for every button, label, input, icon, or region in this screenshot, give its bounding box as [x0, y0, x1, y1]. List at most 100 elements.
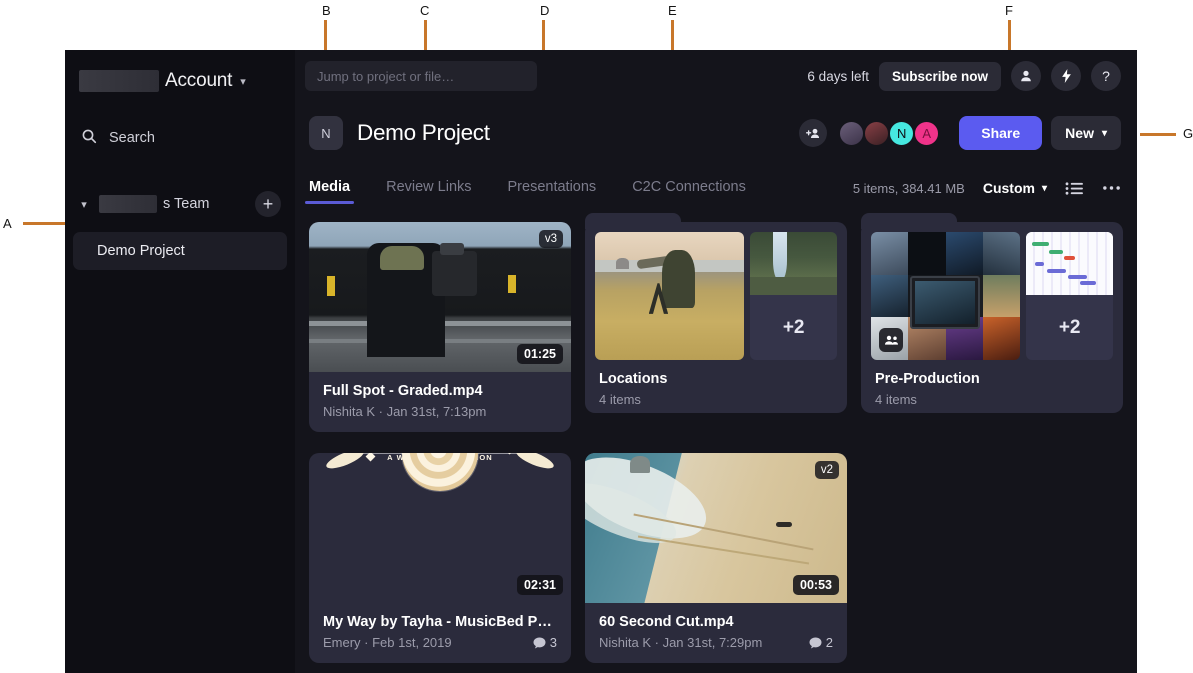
folder-card[interactable]: +2 Pre-Production 4 items [861, 222, 1123, 413]
sort-dropdown[interactable]: Custom ▾ [983, 180, 1047, 196]
version-badge: v3 [539, 230, 563, 248]
folder-overflow-count: +2 [1026, 295, 1113, 360]
main-panel: Jump to project or file… 6 days left Sub… [295, 50, 1137, 673]
card-subtitle: Nishita K · Jan 31st, 7:29pm 2 [599, 635, 833, 650]
media-card[interactable]: v2 00:53 60 Second Cut.mp4 Nishita K · J… [585, 453, 847, 663]
thumbnail-image [595, 232, 744, 360]
annotation-label-g: G [1183, 126, 1193, 141]
annotation-label-c: C [420, 3, 430, 18]
card-meta-text: Nishita K · Jan 31st, 7:29pm [599, 635, 762, 650]
card-subtitle: 4 items [875, 392, 1099, 407]
sidebar-search[interactable]: Search [65, 116, 295, 160]
annotation-label-f: F [1005, 3, 1013, 18]
card-body: Full Spot - Graded.mp4 Nishita K · Jan 3… [309, 372, 571, 432]
sidebar-project-label: Demo Project [97, 243, 185, 259]
list-toolbar: 5 items, 384.41 MB Custom ▾ [853, 180, 1121, 204]
card-body: My Way by Tayha - MusicBed Pre… Emery · … [309, 603, 571, 663]
card-title: My Way by Tayha - MusicBed Pre… [323, 614, 557, 630]
shared-folder-icon [879, 328, 903, 352]
sidebar-item-demo-project[interactable]: Demo Project [73, 232, 287, 270]
folder-primary-thumbnail [871, 232, 1020, 360]
lightning-icon[interactable] [1051, 61, 1081, 91]
annotation-label-b: B [322, 3, 331, 18]
folder-thumbnails: +2 [871, 232, 1113, 360]
card-title: 60 Second Cut.mp4 [599, 614, 833, 630]
share-button[interactable]: Share [959, 116, 1042, 150]
page-title: Demo Project [357, 120, 490, 146]
project-actions: N A Share New ▾ [799, 116, 1121, 150]
trial-days-left: 6 days left [807, 69, 869, 84]
add-member-button[interactable] [799, 119, 827, 147]
card-subtitle: 4 items [599, 392, 823, 407]
comment-count: 3 [533, 635, 557, 650]
card-meta-text: 4 items [875, 392, 917, 407]
folder-secondary-thumbnail [750, 232, 837, 295]
chevron-down-icon: ▾ [1042, 183, 1047, 194]
comment-icon [809, 637, 822, 649]
thumbnail-monitor [910, 276, 980, 330]
chevron-down-icon: ▾ [77, 198, 91, 211]
avatar[interactable]: N [888, 120, 915, 147]
comment-count-value: 3 [550, 635, 557, 650]
team-row[interactable]: ▾ s Team + [65, 184, 295, 224]
jump-to-search-input[interactable]: Jump to project or file… [305, 61, 537, 91]
folder-secondary: +2 [1026, 232, 1113, 360]
help-icon[interactable]: ? [1091, 61, 1121, 91]
new-button-label: New [1065, 125, 1094, 141]
tab-media[interactable]: Media [309, 179, 350, 204]
folder-card[interactable]: +2 Locations 4 items [585, 222, 847, 413]
team-label: s Team [163, 196, 209, 212]
avatar[interactable]: A [913, 120, 940, 147]
tab-presentations[interactable]: Presentations [508, 179, 597, 204]
card-title: Locations [599, 371, 823, 387]
member-avatars: N A [840, 120, 940, 147]
duration-badge: 01:25 [517, 344, 563, 364]
media-card[interactable]: v3 01:25 Full Spot - Graded.mp4 Nishita … [309, 222, 571, 432]
tab-bar: Media Review Links Presentations C2C Con… [295, 164, 1137, 204]
person-icon[interactable] [1011, 61, 1041, 91]
folder-secondary: +2 [750, 232, 837, 360]
account-name-redacted [79, 70, 159, 92]
version-badge: v2 [815, 461, 839, 479]
comment-icon [533, 637, 546, 649]
subscribe-now-button[interactable]: Subscribe now [879, 62, 1001, 91]
card-thumbnail: v2 00:53 [585, 453, 847, 603]
tab-review-links[interactable]: Review Links [386, 179, 471, 204]
card-meta-text: Nishita K · Jan 31st, 7:13pm [323, 404, 486, 419]
annotation-label-e: E [668, 3, 677, 18]
top-bar: Jump to project or file… 6 days left Sub… [295, 50, 1137, 102]
chevron-down-icon: ▾ [240, 75, 246, 88]
card-subtitle: Emery · Feb 1st, 2019 3 [323, 635, 557, 650]
media-card[interactable]: A WEST COAST VISION THE TVC 02:31 My Way… [309, 453, 571, 663]
card-body: 60 Second Cut.mp4 Nishita K · Jan 31st, … [585, 603, 847, 663]
avatar[interactable] [863, 120, 890, 147]
new-button[interactable]: New ▾ [1051, 116, 1121, 150]
account-switcher[interactable]: Account ▾ [65, 58, 295, 104]
card-meta-text: Emery · Feb 1st, 2019 [323, 635, 452, 650]
team-name-redacted [99, 195, 157, 213]
search-icon [81, 128, 97, 149]
card-body: Pre-Production 4 items [871, 360, 1113, 420]
app-window: Account ▾ Search ▾ s Team + Demo Project… [65, 50, 1137, 673]
card-title: Full Spot - Graded.mp4 [323, 383, 557, 399]
sidebar: Account ▾ Search ▾ s Team + Demo Project [65, 50, 295, 673]
folder-secondary-thumbnail [1026, 232, 1113, 295]
tab-c2c-connections[interactable]: C2C Connections [632, 179, 746, 204]
card-body: Locations 4 items [595, 360, 837, 420]
annotation-label-a: A [3, 216, 12, 231]
duration-badge: 00:53 [793, 575, 839, 595]
add-project-button[interactable]: + [255, 191, 281, 217]
card-meta-text: 4 items [599, 392, 641, 407]
sort-label: Custom [983, 180, 1035, 196]
duration-badge: 02:31 [517, 575, 563, 595]
avatar[interactable] [838, 120, 865, 147]
more-options-icon[interactable] [1102, 185, 1121, 191]
list-view-icon[interactable] [1065, 181, 1084, 196]
comment-count: 2 [809, 635, 833, 650]
project-header: N Demo Project N A Share New [295, 102, 1137, 164]
rose-artwork [402, 453, 478, 491]
thumbnail-image [1026, 232, 1113, 295]
project-thumbnail: N [309, 116, 343, 150]
annotation-line-g [1140, 133, 1176, 136]
folder-overflow-count: +2 [750, 295, 837, 360]
